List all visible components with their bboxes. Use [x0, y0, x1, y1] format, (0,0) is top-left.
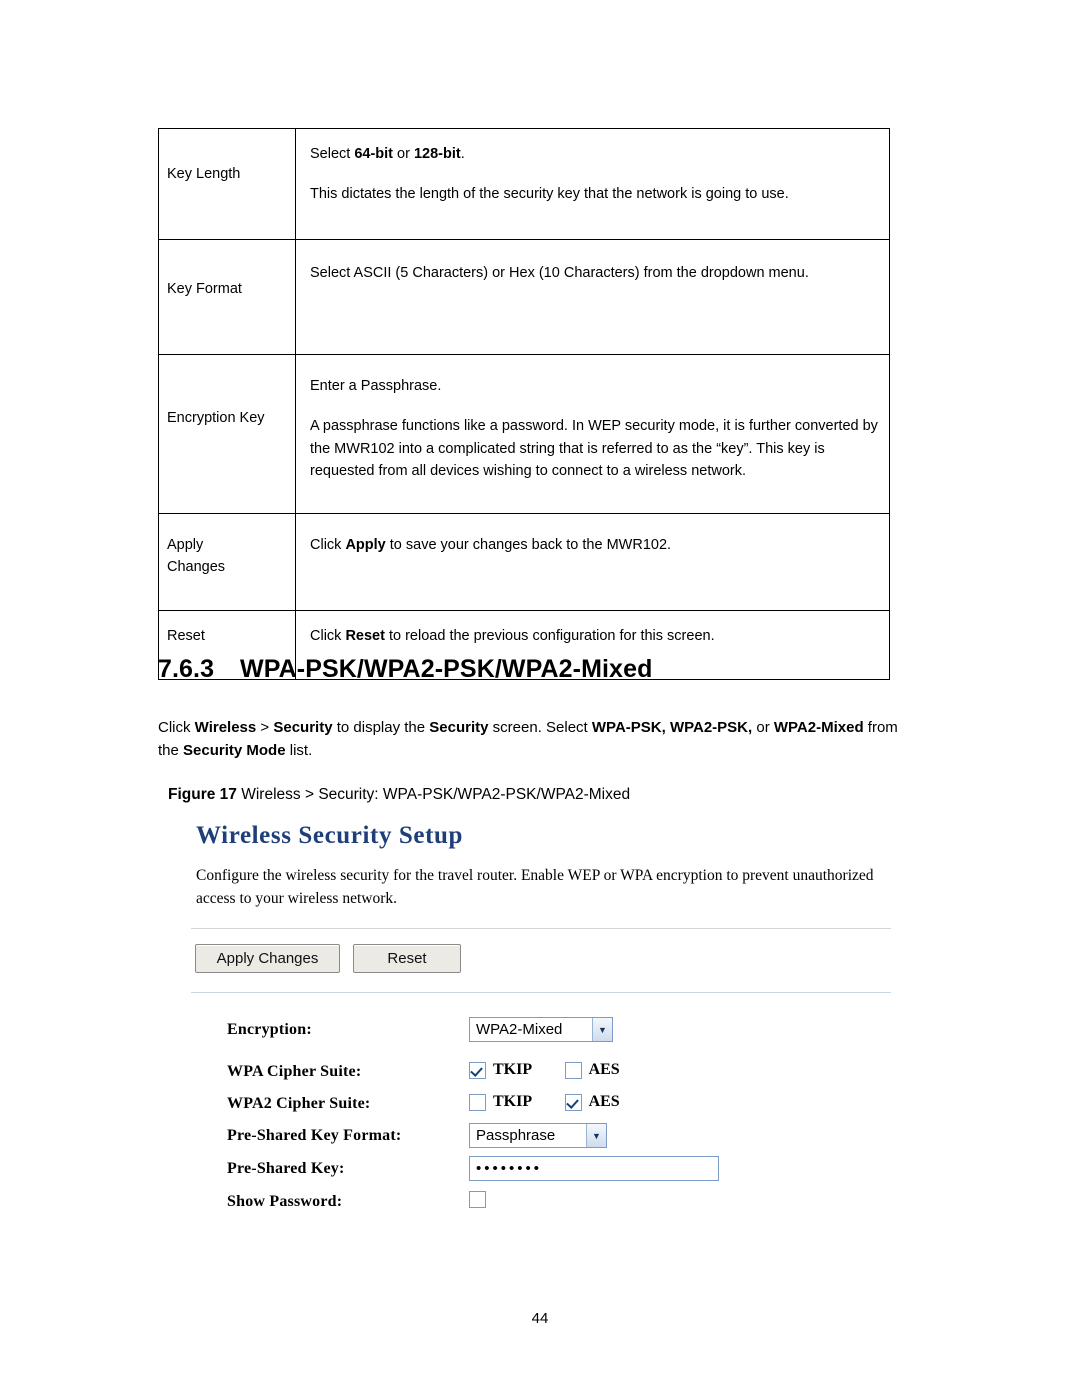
- wpa2-tkip-label: TKIP: [493, 1093, 533, 1110]
- divider-bottom: [191, 992, 891, 993]
- wpa-aes-checkbox-group[interactable]: AES: [564, 1061, 620, 1079]
- router-ui-screenshot: Wireless Security Setup Configure the wi…: [158, 812, 903, 1257]
- row-label: Reset: [167, 628, 205, 644]
- wpa2-cipher-control: TKIP AES: [469, 1093, 620, 1116]
- wpa2-aes-checkbox[interactable]: [564, 1093, 582, 1111]
- psk-masked-value: ••••••••: [476, 1160, 543, 1177]
- figure-caption: Figure 17 Wireless > Security: WPA-PSK/W…: [168, 786, 630, 804]
- psk-format-label: Pre-Shared Key Format:: [227, 1127, 402, 1144]
- desc-line: This dictates the length of the security…: [310, 186, 789, 203]
- wpa-tkip-checkbox-group[interactable]: TKIP: [469, 1061, 532, 1079]
- wpa2-tkip-checkbox-group[interactable]: TKIP: [469, 1093, 532, 1111]
- panel-title: Wireless Security Setup: [196, 822, 464, 849]
- document-page: Key Length Select 64-bit or 128-bit. Thi…: [0, 0, 1080, 1397]
- table-cell-description: Click Apply to save your changes back to…: [295, 513, 890, 611]
- chevron-down-icon: ▼: [586, 1124, 606, 1147]
- show-password-label: Show Password:: [227, 1193, 343, 1210]
- table-row: Apply Changes Click Apply to save your ch…: [158, 513, 890, 611]
- wpa2-aes-checkbox-group[interactable]: AES: [564, 1093, 620, 1111]
- divider-top: [191, 928, 891, 929]
- psk-label: Pre-Shared Key:: [227, 1160, 345, 1177]
- psk-control: ••••••••: [469, 1156, 719, 1181]
- panel-description: Configure the wireless security for the …: [196, 867, 874, 908]
- wpa-cipher-label: WPA Cipher Suite:: [227, 1063, 362, 1080]
- wpa2-cipher-label: WPA2 Cipher Suite:: [227, 1095, 371, 1112]
- router-ui-panel: Wireless Security Setup Configure the wi…: [171, 812, 903, 1257]
- apply-changes-button[interactable]: Apply Changes: [195, 944, 340, 973]
- show-password-checkbox[interactable]: [469, 1191, 486, 1209]
- intro-paragraph: Click Wireless > Security to display the…: [158, 719, 898, 760]
- wpa-tkip-label: TKIP: [493, 1061, 533, 1078]
- section-number: 7.6.3: [158, 655, 215, 683]
- page-number: 44: [531, 1310, 549, 1327]
- field-row-psk: Pre-Shared Key: ••••••••: [171, 1156, 903, 1187]
- chevron-down-icon: ▼: [592, 1018, 612, 1041]
- encryption-label: Encryption:: [227, 1021, 312, 1038]
- table-cell-label: Key Length: [158, 128, 296, 240]
- section-title: WPA-PSK/WPA2-PSK/WPA2-Mixed: [240, 655, 653, 683]
- field-row-wpa2-cipher: WPA2 Cipher Suite: TKIP AES: [171, 1091, 903, 1122]
- field-row-wpa-cipher: WPA Cipher Suite: TKIP AES: [171, 1059, 903, 1090]
- desc-line: Enter a Passphrase.: [310, 378, 442, 394]
- show-password-control: [469, 1191, 486, 1209]
- desc-line: Select 64-bit or 128-bit.: [310, 146, 465, 162]
- psk-format-control: Passphrase ▼: [469, 1123, 607, 1148]
- reset-button[interactable]: Reset: [353, 944, 461, 973]
- field-row-psk-format: Pre-Shared Key Format: Passphrase ▼: [171, 1123, 903, 1154]
- table-cell-description: Enter a Passphrase. A passphrase functio…: [295, 354, 890, 514]
- desc-line: Click Apply to save your changes back to…: [310, 537, 672, 553]
- wpa2-tkip-checkbox[interactable]: [469, 1093, 486, 1111]
- psk-format-select[interactable]: Passphrase ▼: [469, 1123, 607, 1148]
- field-row-encryption: Encryption: WPA2-Mixed ▼: [171, 1017, 903, 1048]
- desc-line: A passphrase functions like a password. …: [310, 418, 878, 480]
- row-label: Apply Changes: [167, 537, 226, 576]
- encryption-select[interactable]: WPA2-Mixed ▼: [469, 1017, 613, 1042]
- encryption-select-value: WPA2-Mixed: [476, 1021, 563, 1038]
- desc-line: Click Reset to reload the previous confi…: [310, 628, 715, 644]
- desc-line: Select ASCII (5 Characters) or Hex (10 C…: [310, 265, 809, 281]
- table-cell-label: Key Format: [158, 239, 296, 355]
- wpa-aes-label: AES: [588, 1061, 620, 1078]
- row-label: Encryption Key: [167, 410, 265, 426]
- table-row: Key Length Select 64-bit or 128-bit. Thi…: [158, 128, 890, 240]
- parameter-table: Key Length Select 64-bit or 128-bit. Thi…: [158, 128, 890, 680]
- table-row: Encryption Key Enter a Passphrase. A pas…: [158, 354, 890, 514]
- table-cell-description: Select 64-bit or 128-bit. This dictates …: [295, 128, 890, 240]
- figure-caption-text: Wireless > Security: WPA-PSK/WPA2-PSK/WP…: [241, 786, 631, 803]
- encryption-control: WPA2-Mixed ▼: [469, 1017, 613, 1042]
- section-heading: 7.6.3 WPA-PSK/WPA2-PSK/WPA2-Mixed: [158, 655, 652, 684]
- pre-shared-key-input[interactable]: ••••••••: [469, 1156, 719, 1181]
- wpa-tkip-checkbox[interactable]: [469, 1061, 486, 1079]
- table-cell-description: Select ASCII (5 Characters) or Hex (10 C…: [295, 239, 890, 355]
- row-label: Key Format: [167, 281, 242, 297]
- field-row-show-password: Show Password:: [171, 1189, 903, 1220]
- wpa-aes-checkbox[interactable]: [564, 1061, 582, 1079]
- wpa-cipher-control: TKIP AES: [469, 1061, 620, 1084]
- table-cell-label: Encryption Key: [158, 354, 296, 514]
- wpa2-aes-label: AES: [588, 1093, 620, 1110]
- table-row: Key Format Select ASCII (5 Characters) o…: [158, 239, 890, 355]
- psk-format-select-value: Passphrase: [476, 1127, 556, 1144]
- figure-label: Figure 17: [168, 786, 237, 803]
- table-cell-label: Apply Changes: [158, 513, 296, 611]
- row-label: Key Length: [167, 166, 241, 182]
